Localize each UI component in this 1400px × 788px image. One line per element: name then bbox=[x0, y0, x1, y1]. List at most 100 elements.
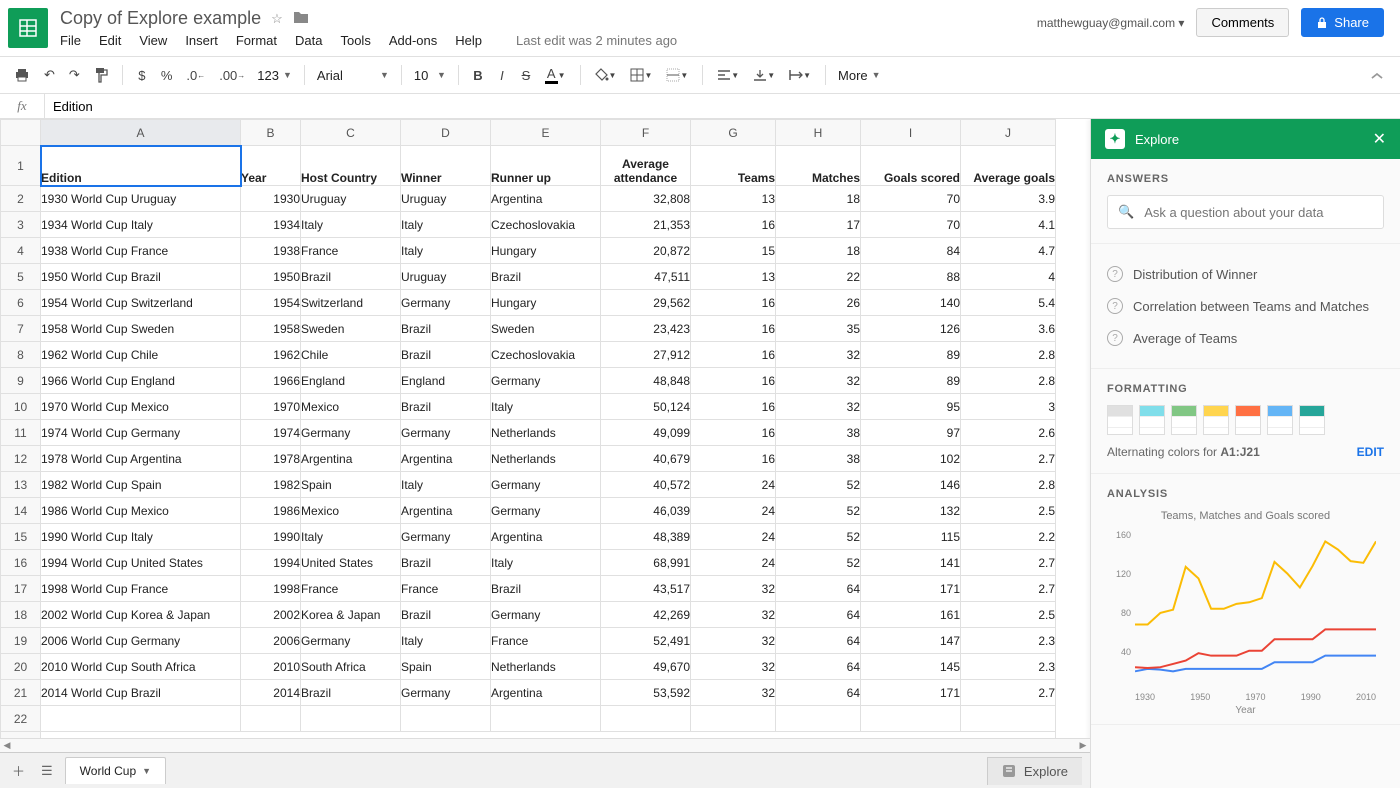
header-cell[interactable]: Host Country bbox=[301, 146, 401, 186]
data-cell[interactable]: Germany bbox=[401, 680, 491, 706]
data-cell[interactable]: 15 bbox=[691, 238, 776, 264]
data-cell[interactable]: 16 bbox=[691, 394, 776, 420]
data-cell[interactable]: 4.1 bbox=[961, 212, 1056, 238]
menu-tools[interactable]: Tools bbox=[340, 33, 370, 48]
data-cell[interactable]: 53,592 bbox=[601, 680, 691, 706]
data-cell[interactable]: Germany bbox=[491, 602, 601, 628]
col-header-J[interactable]: J bbox=[961, 120, 1056, 146]
font-size-select[interactable]: 10▼ bbox=[410, 66, 450, 85]
data-cell[interactable]: Sweden bbox=[301, 316, 401, 342]
data-cell[interactable]: Brazil bbox=[401, 550, 491, 576]
paint-format-icon[interactable] bbox=[88, 63, 114, 87]
data-cell[interactable]: 52 bbox=[776, 550, 861, 576]
data-cell[interactable]: Brazil bbox=[491, 576, 601, 602]
data-cell[interactable]: 1998 World Cup France bbox=[41, 576, 241, 602]
data-cell[interactable]: Switzerland bbox=[301, 290, 401, 316]
data-cell[interactable]: 2002 bbox=[241, 602, 301, 628]
menu-insert[interactable]: Insert bbox=[185, 33, 218, 48]
data-cell[interactable]: 95 bbox=[861, 394, 961, 420]
data-cell[interactable]: Germany bbox=[491, 472, 601, 498]
data-cell[interactable]: Mexico bbox=[301, 498, 401, 524]
data-cell[interactable]: Netherlands bbox=[491, 420, 601, 446]
data-cell[interactable]: 18 bbox=[776, 186, 861, 212]
data-cell[interactable]: 21,353 bbox=[601, 212, 691, 238]
header-cell[interactable]: Average goals bbox=[961, 146, 1056, 186]
data-cell[interactable]: 1950 bbox=[241, 264, 301, 290]
data-cell[interactable]: Italy bbox=[301, 212, 401, 238]
row-header-20[interactable]: 20 bbox=[1, 654, 41, 680]
data-cell[interactable]: Mexico bbox=[301, 394, 401, 420]
data-cell[interactable]: 171 bbox=[861, 680, 961, 706]
data-cell[interactable]: 64 bbox=[776, 602, 861, 628]
data-cell[interactable]: 141 bbox=[861, 550, 961, 576]
data-cell[interactable]: 1930 bbox=[241, 186, 301, 212]
data-cell[interactable]: 40,679 bbox=[601, 446, 691, 472]
data-cell[interactable]: 42,269 bbox=[601, 602, 691, 628]
menu-edit[interactable]: Edit bbox=[99, 33, 121, 48]
col-header-G[interactable]: G bbox=[691, 120, 776, 146]
data-cell[interactable]: 70 bbox=[861, 186, 961, 212]
undo-icon[interactable]: ↶ bbox=[38, 63, 61, 87]
data-cell[interactable]: Germany bbox=[491, 368, 601, 394]
data-cell[interactable]: Brazil bbox=[401, 394, 491, 420]
data-cell[interactable]: Korea & Japan bbox=[301, 602, 401, 628]
collapse-toolbar-icon[interactable] bbox=[1362, 64, 1392, 87]
row-header-12[interactable]: 12 bbox=[1, 446, 41, 472]
data-cell[interactable]: 147 bbox=[861, 628, 961, 654]
data-cell[interactable]: 132 bbox=[861, 498, 961, 524]
row-header-3[interactable]: 3 bbox=[1, 212, 41, 238]
data-cell[interactable]: 2.8 bbox=[961, 368, 1056, 394]
data-cell[interactable]: 17 bbox=[776, 212, 861, 238]
col-header-I[interactable]: I bbox=[861, 120, 961, 146]
data-cell[interactable]: 2.7 bbox=[961, 550, 1056, 576]
data-cell[interactable]: 2006 bbox=[241, 628, 301, 654]
data-cell[interactable]: 2.7 bbox=[961, 446, 1056, 472]
data-cell[interactable]: Netherlands bbox=[491, 446, 601, 472]
data-cell[interactable]: 52,491 bbox=[601, 628, 691, 654]
data-cell[interactable]: 1962 bbox=[241, 342, 301, 368]
data-cell[interactable]: Italy bbox=[491, 550, 601, 576]
data-cell[interactable]: 3.9 bbox=[961, 186, 1056, 212]
data-cell[interactable]: 102 bbox=[861, 446, 961, 472]
data-cell[interactable]: 38 bbox=[776, 446, 861, 472]
data-cell[interactable]: Germany bbox=[301, 628, 401, 654]
data-cell[interactable]: 2.6 bbox=[961, 420, 1056, 446]
data-cell[interactable]: 2010 bbox=[241, 654, 301, 680]
dec-increase-button[interactable]: .00→ bbox=[213, 63, 251, 87]
row-header-1[interactable]: 1 bbox=[1, 146, 41, 186]
color-swatch[interactable] bbox=[1203, 405, 1229, 435]
data-cell[interactable]: 32 bbox=[691, 602, 776, 628]
data-cell[interactable]: Uruguay bbox=[301, 186, 401, 212]
data-cell[interactable]: 1938 bbox=[241, 238, 301, 264]
data-cell[interactable]: 1958 bbox=[241, 316, 301, 342]
data-cell[interactable]: Argentina bbox=[491, 680, 601, 706]
data-cell[interactable]: 140 bbox=[861, 290, 961, 316]
data-cell[interactable]: 1950 World Cup Brazil bbox=[41, 264, 241, 290]
comments-button[interactable]: Comments bbox=[1196, 8, 1289, 37]
all-sheets-button[interactable]: ☰ bbox=[37, 759, 57, 783]
data-cell[interactable]: 145 bbox=[861, 654, 961, 680]
explore-suggestion[interactable]: ?Correlation between Teams and Matches bbox=[1107, 290, 1384, 322]
number-format-select[interactable]: 123▼ bbox=[253, 66, 296, 85]
data-cell[interactable]: 2.3 bbox=[961, 654, 1056, 680]
data-cell[interactable]: 32 bbox=[776, 394, 861, 420]
header-cell[interactable]: Year bbox=[241, 146, 301, 186]
data-cell[interactable]: France bbox=[301, 238, 401, 264]
data-cell[interactable]: 46,039 bbox=[601, 498, 691, 524]
data-cell[interactable]: 16 bbox=[691, 316, 776, 342]
data-cell[interactable]: 146 bbox=[861, 472, 961, 498]
data-cell[interactable]: 2.5 bbox=[961, 498, 1056, 524]
data-cell[interactable]: 2.8 bbox=[961, 342, 1056, 368]
data-cell[interactable]: 68,991 bbox=[601, 550, 691, 576]
data-cell[interactable]: Sweden bbox=[491, 316, 601, 342]
data-cell[interactable]: 1974 bbox=[241, 420, 301, 446]
analysis-chart[interactable]: 1601208040 19301950197019902010 Year bbox=[1107, 530, 1384, 710]
data-cell[interactable]: 29,562 bbox=[601, 290, 691, 316]
data-cell[interactable]: 126 bbox=[861, 316, 961, 342]
data-cell[interactable]: 32,808 bbox=[601, 186, 691, 212]
data-cell[interactable]: 2014 bbox=[241, 680, 301, 706]
data-cell[interactable]: 1982 bbox=[241, 472, 301, 498]
row-header-11[interactable]: 11 bbox=[1, 420, 41, 446]
data-cell[interactable]: 49,670 bbox=[601, 654, 691, 680]
col-header-A[interactable]: A bbox=[41, 120, 241, 146]
